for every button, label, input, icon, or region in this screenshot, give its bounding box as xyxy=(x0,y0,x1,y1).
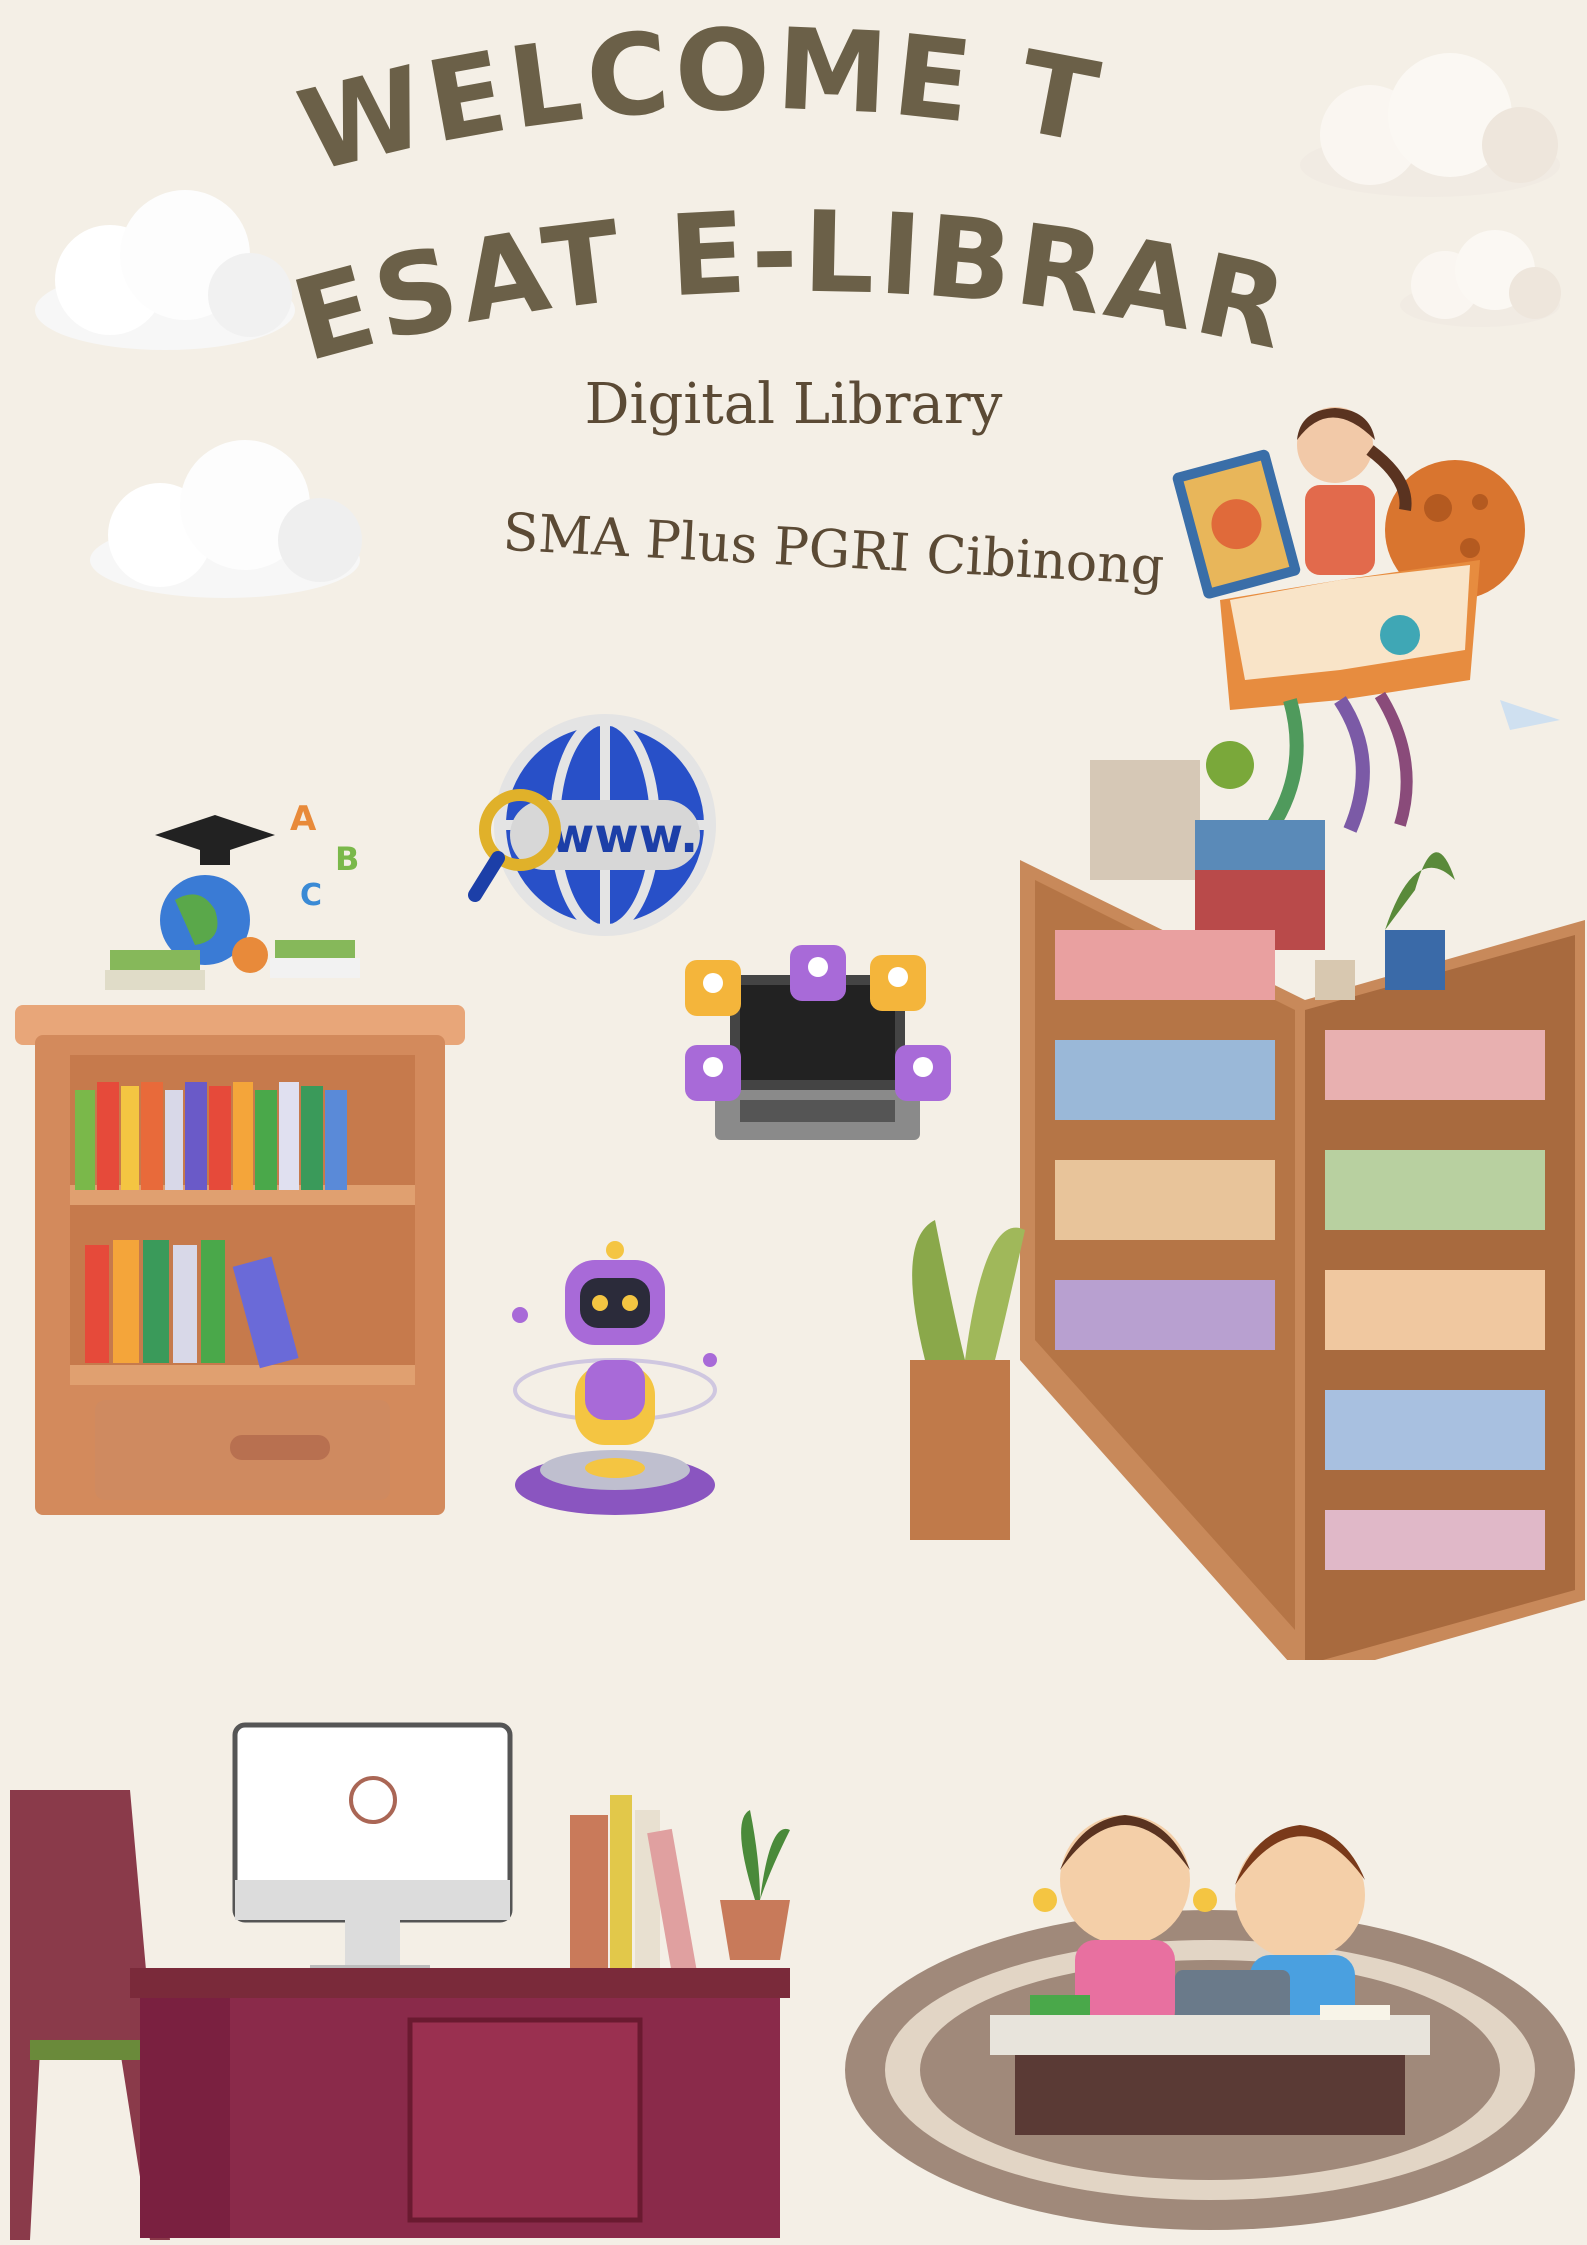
small-bookshelf-illustration: A B C xyxy=(15,799,465,1515)
cap-letter-c: C xyxy=(300,878,322,913)
robot-icon xyxy=(512,1241,717,1515)
www-badge: www. xyxy=(550,808,698,864)
desk-computer-illustration xyxy=(10,1722,790,2240)
cloud-icon xyxy=(35,190,295,350)
cloud-icon xyxy=(1400,230,1561,327)
kids-laptop-illustration xyxy=(845,1815,1575,2230)
cap-letter-a: A xyxy=(290,799,317,839)
large-bookshelf-illustration xyxy=(910,760,1585,1660)
cap-letter-b: B xyxy=(335,840,359,878)
cloud-icon xyxy=(1300,53,1560,197)
cloud-icon xyxy=(90,440,362,598)
title-line-1: WELCOME TO xyxy=(0,0,1111,198)
globe-www-icon: www. xyxy=(468,714,716,936)
